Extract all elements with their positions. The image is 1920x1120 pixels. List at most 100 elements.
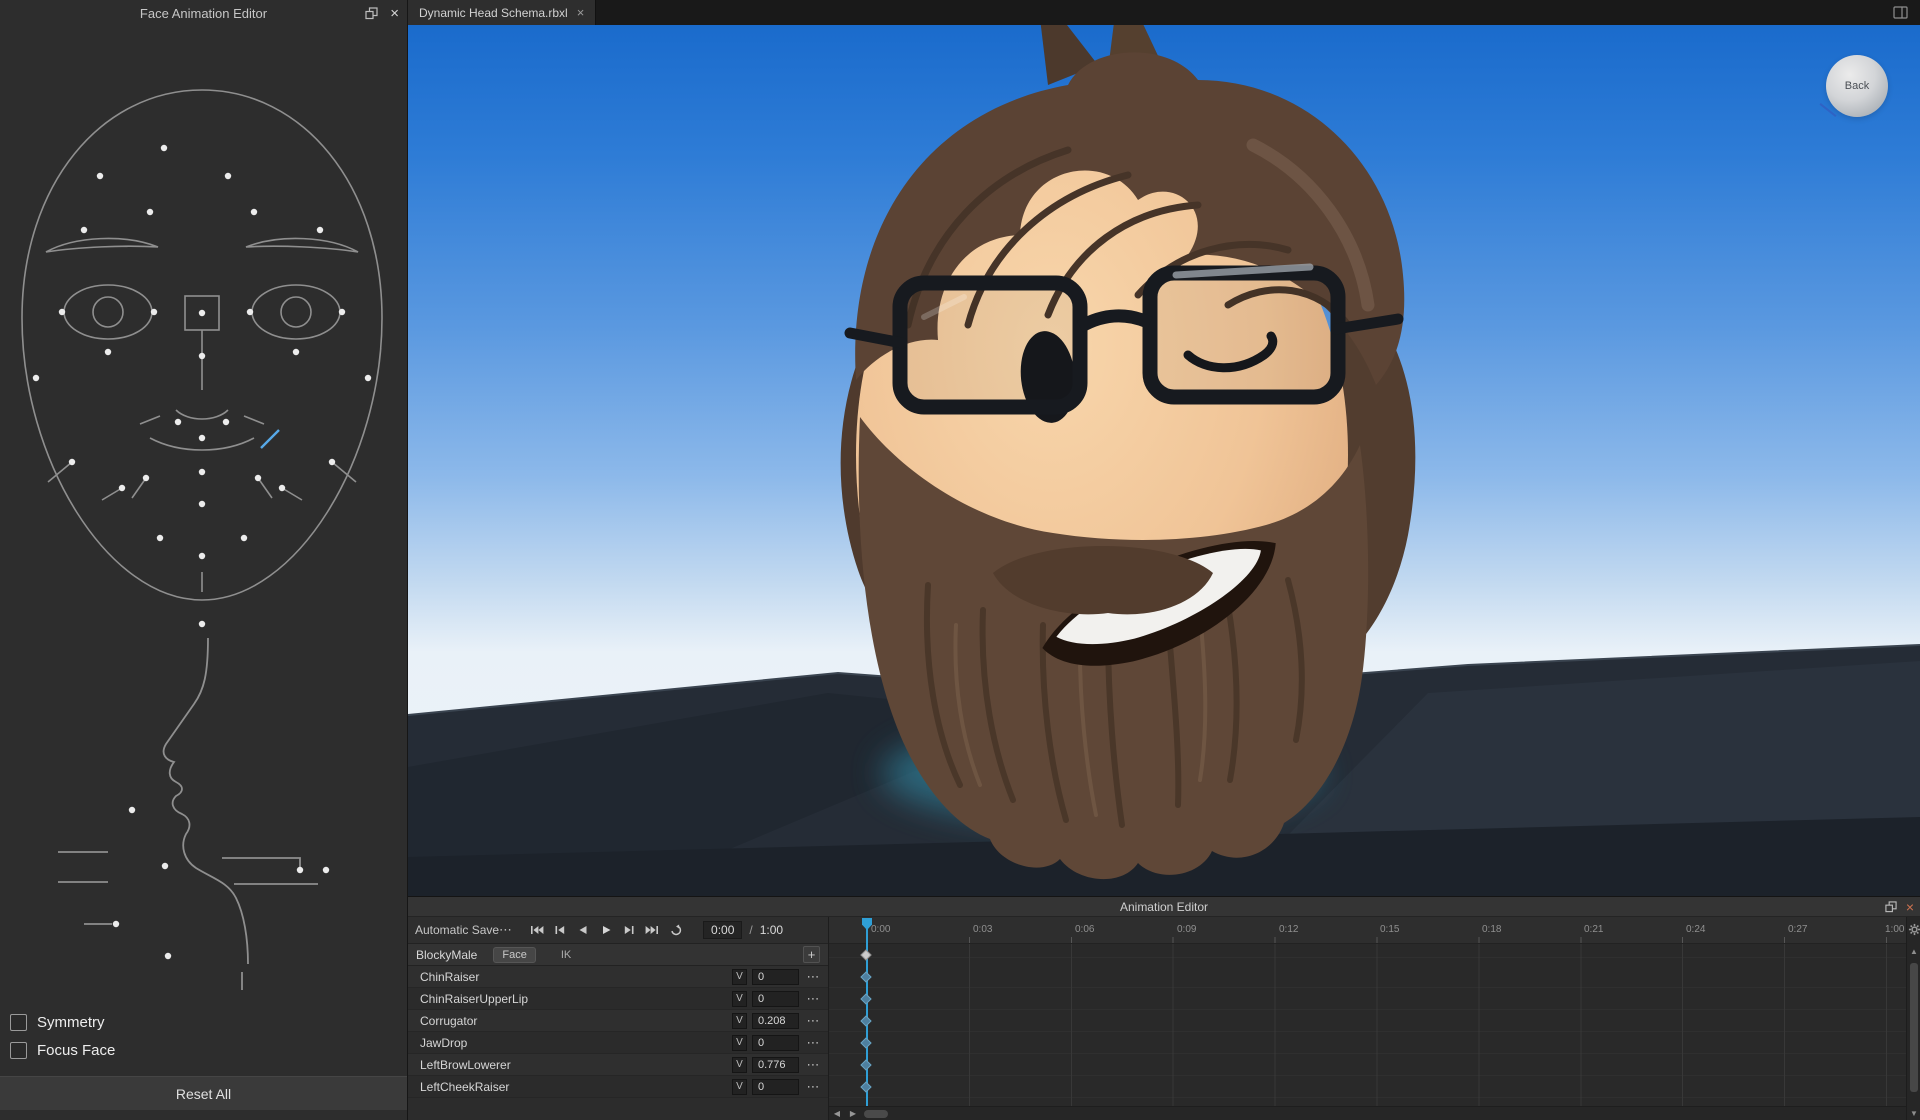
track-row[interactable]: ChinRaiserUpperLip V 0 ⋯ — [408, 988, 828, 1010]
timeline-ruler[interactable]: 0:00 0:03 0:06 0:09 0:12 0:15 0:18 0:21 … — [829, 917, 1906, 944]
tab-ik[interactable]: IK — [552, 947, 580, 963]
animation-editor-title: Animation Editor — [1120, 900, 1208, 914]
focus-face-checkbox-row[interactable]: Focus Face — [0, 1036, 407, 1064]
window-layout-icon[interactable] — [1893, 0, 1920, 25]
track-name[interactable]: LeftCheekRaiser — [420, 1080, 732, 1094]
step-forward-button[interactable] — [621, 923, 637, 937]
character-head-model[interactable] — [841, 25, 1416, 879]
track-name[interactable]: Corrugator — [420, 1014, 732, 1028]
reset-all-button[interactable]: Reset All — [0, 1076, 407, 1110]
rig-name-label: BlockyMale — [416, 948, 477, 962]
track-rows: ChinRaiser V 0 ⋯ ChinRaiserUpperLip V 0 … — [408, 966, 828, 1098]
symmetry-checkbox-row[interactable]: Symmetry — [0, 1008, 407, 1036]
tab-close-icon[interactable]: × — [577, 5, 585, 20]
viewport-scene — [408, 25, 1920, 896]
viewport-3d[interactable]: Back — [408, 25, 1920, 896]
tab-label: Dynamic Head Schema.rbxl — [419, 6, 568, 20]
view-orientation-indicator[interactable]: Back — [1826, 55, 1888, 117]
track-row[interactable]: Corrugator V 0.208 ⋯ — [408, 1010, 828, 1032]
toolbar-menu-ellipsis[interactable]: ⋯ — [499, 922, 513, 938]
play-button[interactable] — [598, 923, 614, 937]
tick-label: 0:06 — [1075, 924, 1094, 935]
profile-control-points[interactable] — [113, 807, 329, 990]
symmetry-checkbox[interactable] — [10, 1014, 27, 1031]
track-value-field[interactable]: 0 — [752, 969, 799, 985]
track-value-toggle[interactable]: V — [732, 969, 747, 985]
tab-face[interactable]: Face — [493, 947, 535, 963]
focus-face-checkbox[interactable] — [10, 1042, 27, 1059]
scroll-left-icon[interactable]: ◀ — [829, 1107, 845, 1120]
add-track-button[interactable]: + — [803, 946, 820, 963]
skip-to-start-button[interactable] — [529, 923, 545, 937]
track-row[interactable]: JawDrop V 0 ⋯ — [408, 1032, 828, 1054]
face-animation-editor-panel: Face Animation Editor × — [0, 0, 408, 1120]
track-value-toggle[interactable]: V — [732, 1013, 747, 1029]
track-menu-ellipsis[interactable]: ⋯ — [799, 1079, 828, 1095]
track-value-field[interactable]: 0 — [752, 1079, 799, 1095]
tick-label: 0:27 — [1788, 924, 1807, 935]
track-value-field[interactable]: 0 — [752, 991, 799, 1007]
track-name[interactable]: ChinRaiser — [420, 970, 732, 984]
vscroll-thumb[interactable] — [1910, 963, 1918, 1092]
face-front-view — [22, 90, 382, 600]
current-time-field[interactable]: 0:00 — [703, 921, 742, 939]
tab-bar-spacer — [596, 0, 1893, 25]
tick-label: 0:03 — [973, 924, 992, 935]
track-value-toggle[interactable]: V — [732, 1079, 747, 1095]
panel-bottom: Symmetry Focus Face Reset All — [0, 1008, 407, 1120]
track-menu-ellipsis[interactable]: ⋯ — [799, 1057, 828, 1073]
hscroll-thumb[interactable] — [864, 1110, 888, 1118]
step-back-button[interactable] — [552, 923, 568, 937]
timeline-horizontal-scrollbar[interactable]: ◀ ▶ — [829, 1106, 1906, 1120]
play-reverse-button[interactable] — [575, 923, 591, 937]
track-value-toggle[interactable]: V — [732, 1057, 747, 1073]
timeline-settings-gear-icon[interactable] — [1907, 923, 1920, 936]
popout-icon[interactable] — [1885, 901, 1897, 913]
skip-to-end-button[interactable] — [644, 923, 660, 937]
scroll-down-icon[interactable]: ▼ — [1907, 1109, 1920, 1118]
animation-editor-panel: Animation Editor × Automatic Save ⋯ — [408, 896, 1920, 1120]
track-value-field[interactable]: 0 — [752, 1035, 799, 1051]
playhead-line[interactable] — [866, 919, 868, 1106]
tab-dynamic-head-schema[interactable]: Dynamic Head Schema.rbxl × — [408, 0, 596, 25]
track-name[interactable]: LeftBrowLowerer — [420, 1058, 732, 1072]
face-rig-diagram[interactable] — [0, 26, 407, 1008]
track-menu-ellipsis[interactable]: ⋯ — [799, 1035, 828, 1051]
autosave-dropdown[interactable]: Automatic Save — [415, 923, 499, 937]
track-row[interactable]: LeftCheekRaiser V 0 ⋯ — [408, 1076, 828, 1098]
track-name[interactable]: JawDrop — [420, 1036, 732, 1050]
timeline-area[interactable]: 0:00 0:03 0:06 0:09 0:12 0:15 0:18 0:21 … — [828, 917, 1906, 1120]
popout-icon[interactable] — [365, 7, 378, 20]
track-value-toggle[interactable]: V — [732, 1035, 747, 1051]
scroll-right-icon[interactable]: ▶ — [845, 1107, 861, 1120]
tick-label: 0:21 — [1584, 924, 1603, 935]
tick-label: 0:24 — [1686, 924, 1705, 935]
track-value-field[interactable]: 0.776 — [752, 1057, 799, 1073]
close-icon[interactable]: × — [1906, 899, 1914, 915]
focus-face-label: Focus Face — [37, 1042, 115, 1059]
track-row[interactable]: ChinRaiser V 0 ⋯ — [408, 966, 828, 988]
track-menu-ellipsis[interactable]: ⋯ — [799, 991, 828, 1007]
autosave-label: Automatic Save — [415, 923, 499, 937]
tick-label: 0:09 — [1177, 924, 1196, 935]
track-menu-ellipsis[interactable]: ⋯ — [799, 969, 828, 985]
track-name[interactable]: ChinRaiserUpperLip — [420, 992, 732, 1006]
track-row[interactable]: LeftBrowLowerer V 0.776 ⋯ — [408, 1054, 828, 1076]
close-icon[interactable]: × — [390, 6, 399, 21]
ruler-tick-marks — [829, 937, 1906, 943]
main-column: Dynamic Head Schema.rbxl × — [408, 0, 1920, 1120]
track-value-toggle[interactable]: V — [732, 991, 747, 1007]
selected-control-segment[interactable] — [261, 430, 279, 448]
track-value-field[interactable]: 0.208 — [752, 1013, 799, 1029]
timeline-grid — [829, 944, 1906, 1106]
rig-header-row: BlockyMale Face IK + — [408, 944, 828, 966]
scroll-up-icon[interactable]: ▲ — [1907, 947, 1920, 956]
loop-toggle-button[interactable] — [667, 923, 683, 937]
tick-label: 0:12 — [1279, 924, 1298, 935]
panel-title: Face Animation Editor — [140, 6, 267, 21]
timeline-vertical-scrollbar[interactable]: ▲ ▼ — [1906, 917, 1920, 1120]
animation-toolbar: Automatic Save ⋯ — [408, 917, 828, 944]
panel-header: Face Animation Editor × — [0, 0, 407, 26]
track-menu-ellipsis[interactable]: ⋯ — [799, 1013, 828, 1029]
time-divider: / — [749, 923, 752, 937]
